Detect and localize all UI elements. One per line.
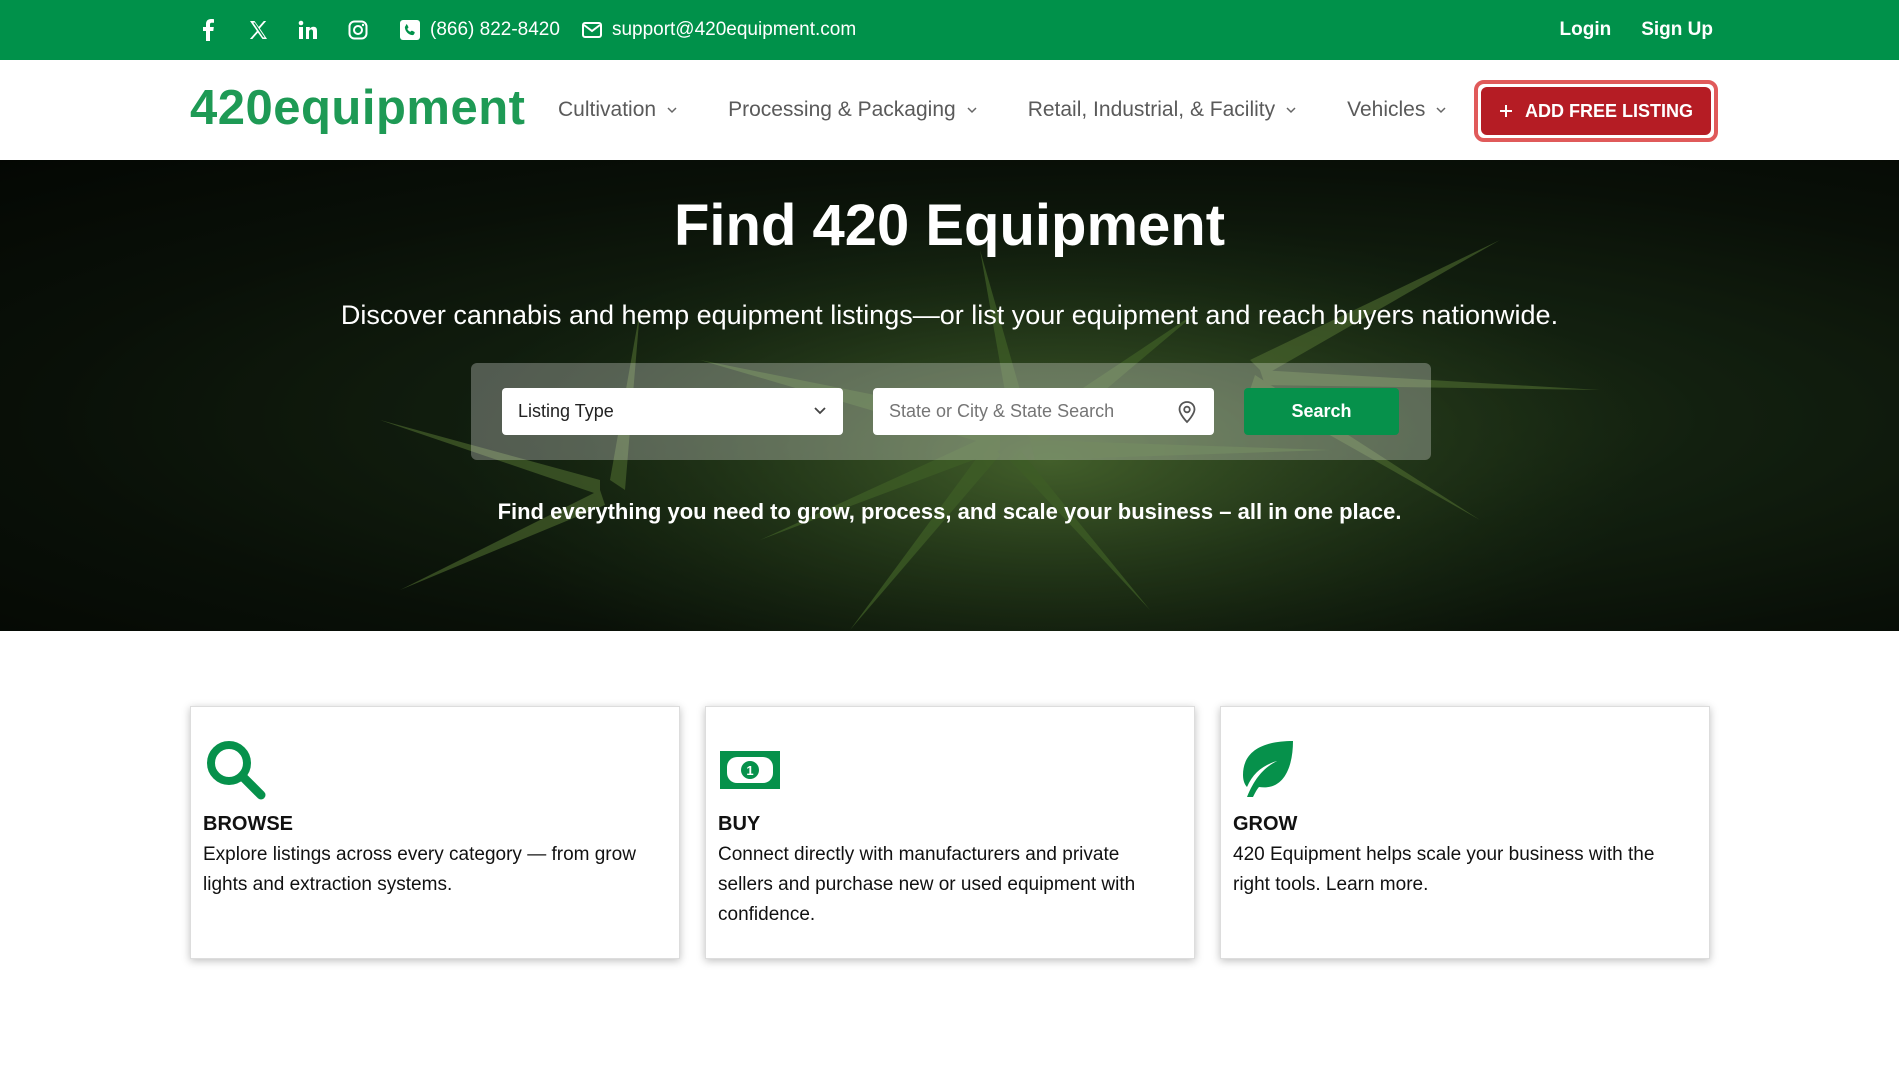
hero-title: Find 420 Equipment: [673, 193, 1226, 258]
nav-menu: Cultivation Processing & Packaging Retai…: [558, 60, 1447, 160]
site-logo[interactable]: 420equipment: [190, 80, 525, 136]
hero-section: Find 420 Equipment Discover cannabis and…: [0, 160, 1899, 631]
search-button[interactable]: Search: [1244, 388, 1399, 435]
browse-card[interactable]: BROWSE Explore listings across every cat…: [190, 706, 680, 959]
top-bar: (866) 822-8420 support@420equipment.com …: [0, 0, 1899, 60]
nav-item-label: Cultivation: [558, 98, 657, 121]
location-search-input[interactable]: [873, 388, 1214, 435]
listing-type-value: Listing Type: [518, 401, 614, 421]
add-free-listing-button[interactable]: ADD FREE LISTING: [1481, 87, 1711, 135]
grow-card[interactable]: GROW 420 Equipment helps scale your busi…: [1220, 706, 1710, 959]
card-title: BUY: [718, 813, 761, 835]
leaf-icon: [1243, 741, 1293, 797]
social-links: [196, 0, 370, 60]
nav-item-retail[interactable]: Retail, Industrial, & Facility: [1028, 98, 1297, 122]
linkedin-icon[interactable]: [296, 18, 320, 42]
x-icon[interactable]: [246, 18, 270, 42]
chevron-down-icon: [1286, 107, 1296, 114]
card-text: 420 Equipment helps scale your business …: [1233, 844, 1655, 895]
add-free-listing-outline: ADD FREE LISTING: [1474, 80, 1718, 142]
nav-item-vehicles[interactable]: Vehicles: [1347, 98, 1447, 122]
phone-number: (866) 822-8420: [430, 19, 560, 40]
instagram-icon[interactable]: [346, 18, 370, 42]
card-text: Explore listings across every category —…: [203, 844, 636, 895]
phone-icon: [400, 20, 420, 40]
chevron-down-icon: [1436, 107, 1446, 114]
auth-links: Login Sign Up: [1560, 0, 1713, 60]
map-pin-icon: [1178, 401, 1196, 424]
nav-item-processing[interactable]: Processing & Packaging: [728, 98, 978, 122]
nav-item-label: Vehicles: [1347, 98, 1426, 121]
card-text: Connect directly with manufacturers and …: [718, 844, 1136, 925]
add-listing-label: ADD FREE LISTING: [1524, 100, 1693, 121]
money-bill-icon: 1: [720, 751, 780, 789]
search-panel: Listing Type Search: [471, 363, 1431, 460]
hero-subtitle: Discover cannabis and hemp equipment lis…: [340, 300, 1559, 330]
card-title: BROWSE: [203, 813, 293, 835]
signup-link[interactable]: Sign Up: [1641, 19, 1713, 41]
card-title: GROW: [1233, 813, 1298, 835]
phone-link[interactable]: (866) 822-8420: [400, 19, 560, 41]
hero-tagline: Find everything you need to grow, proces…: [497, 499, 1402, 524]
chevron-down-icon: [667, 107, 677, 114]
chevron-down-icon: [814, 407, 826, 415]
nav-item-label: Retail, Industrial, & Facility: [1027, 98, 1276, 121]
chevron-down-icon: [967, 107, 977, 114]
magnifier-icon: [207, 741, 266, 800]
listing-type-select[interactable]: Listing Type: [502, 388, 843, 435]
nav-item-label: Processing & Packaging: [728, 98, 956, 121]
nav-item-cultivation[interactable]: Cultivation: [558, 98, 678, 122]
email-link[interactable]: support@420equipment.com: [581, 19, 857, 41]
envelope-icon: [581, 22, 602, 38]
login-link[interactable]: Login: [1560, 19, 1612, 41]
contact-info: (866) 822-8420 support@420equipment.com: [400, 0, 856, 60]
plus-icon: [1499, 105, 1512, 117]
facebook-icon[interactable]: [196, 18, 220, 42]
svg-text:1: 1: [746, 763, 753, 778]
email-address: support@420equipment.com: [611, 19, 857, 40]
buy-card[interactable]: 1 BUY Connect directly with manufacturer…: [705, 706, 1195, 959]
